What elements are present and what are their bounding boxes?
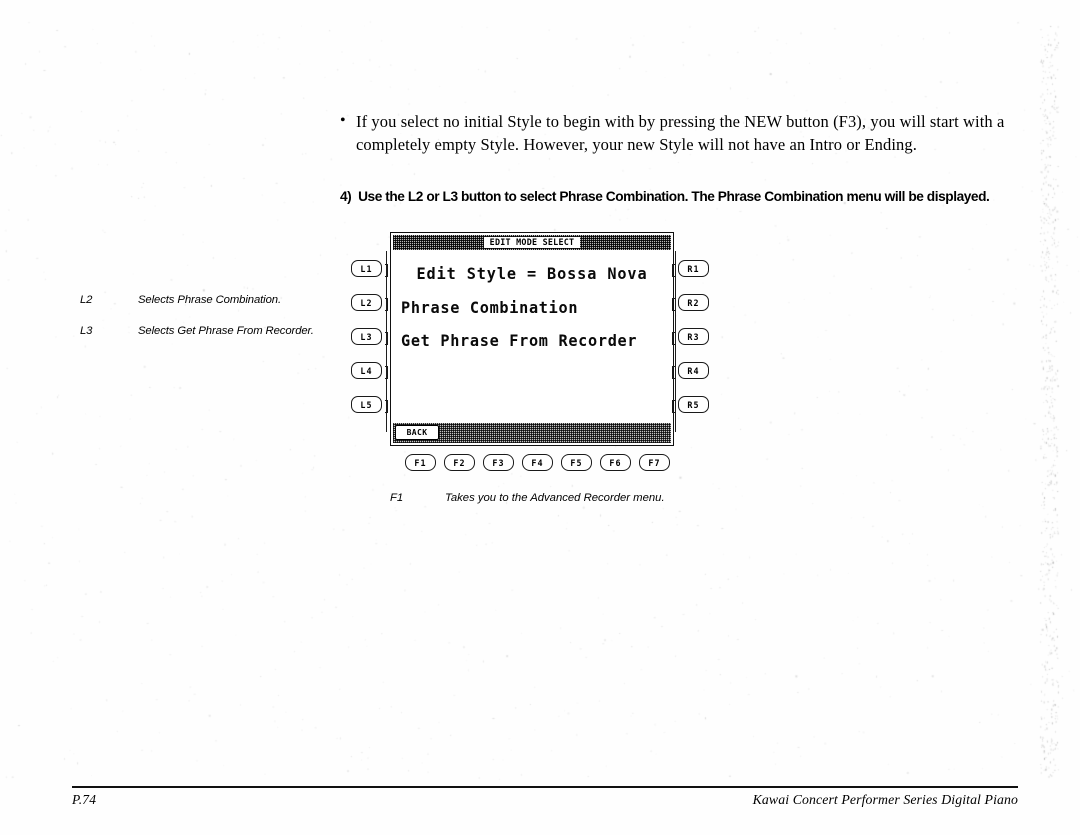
bullet-row: • If you select no initial Style to begi… — [340, 110, 1005, 156]
button-l3[interactable]: L3 — [351, 328, 388, 345]
button-l4[interactable]: L4 — [351, 362, 388, 379]
button-f5[interactable]: F5 — [561, 454, 592, 471]
button-f7[interactable]: F7 — [639, 454, 670, 471]
margin-note-l2-description: Selects Phrase Combination. — [138, 294, 281, 306]
button-f1[interactable]: F1 — [405, 454, 436, 471]
footer-product-name: Kawai Concert Performer Series Digital P… — [752, 792, 1018, 807]
button-f4[interactable]: F4 — [522, 454, 553, 471]
button-r1[interactable]: R1 — [672, 260, 709, 277]
footer-page-number: P.74 — [72, 792, 97, 807]
diagram-caption-description: Takes you to the Advanced Recorder menu. — [445, 492, 665, 504]
button-f3[interactable]: F3 — [483, 454, 514, 471]
margin-note-l3-key: L3 — [80, 325, 93, 337]
diagram-caption: F1 Takes you to the Advanced Recorder men… — [390, 492, 665, 504]
lcd-bottom-bar: BACK — [393, 423, 671, 443]
diagram-caption-key: F1 — [390, 492, 404, 504]
lcd-titlebar-label: EDIT MODE SELECT — [483, 237, 581, 248]
bullet-dot-icon: • — [340, 112, 346, 129]
button-l1[interactable]: L1 — [351, 260, 388, 277]
button-f2[interactable]: F2 — [444, 454, 475, 471]
button-r2[interactable]: R2 — [672, 294, 709, 311]
margin-note-l3-description: Selects Get Phrase From Recorder. — [138, 325, 314, 337]
step-number: 4) — [340, 189, 352, 205]
button-l5[interactable]: L5 — [351, 396, 388, 413]
device-panel-diagram: EDIT MODE SELECT Edit Style = Bossa Nova… — [348, 232, 709, 482]
footer-divider — [72, 786, 1018, 788]
lcd-screen: EDIT MODE SELECT Edit Style = Bossa Nova… — [390, 232, 674, 446]
lcd-title-line: Edit Style = Bossa Nova — [416, 264, 648, 284]
bullet-text: If you select no initial Style to begin … — [356, 112, 1005, 154]
lcd-titlebar: EDIT MODE SELECT — [393, 235, 671, 250]
step-text: Use the L2 or L3 button to select Phrase… — [358, 189, 990, 205]
button-f6[interactable]: F6 — [600, 454, 631, 471]
button-r5[interactable]: R5 — [672, 396, 709, 413]
lcd-menu-item-phrase-combination[interactable]: Phrase Combination — [401, 298, 578, 317]
button-r3[interactable]: R3 — [672, 328, 709, 345]
button-l2[interactable]: L2 — [351, 294, 388, 311]
lcd-screen-body: Edit Style = Bossa Nova Phrase Combinati… — [393, 250, 671, 423]
manual-page: • If you select no initial Style to begi… — [0, 0, 1080, 835]
right-button-rail — [675, 251, 677, 432]
button-r4[interactable]: R4 — [672, 362, 709, 379]
back-button[interactable]: BACK — [395, 425, 439, 440]
lcd-menu-item-get-phrase-from-recorder[interactable]: Get Phrase From Recorder — [401, 331, 637, 350]
step-heading: 4) Use the L2 or L3 button to select Phra… — [340, 189, 996, 205]
margin-note-l2-key: L2 — [80, 294, 93, 306]
page-footer: P.74 Kawai Concert Performer Series Digi… — [72, 792, 1018, 812]
bullet-paragraph: • If you select no initial Style to begi… — [340, 110, 1005, 156]
